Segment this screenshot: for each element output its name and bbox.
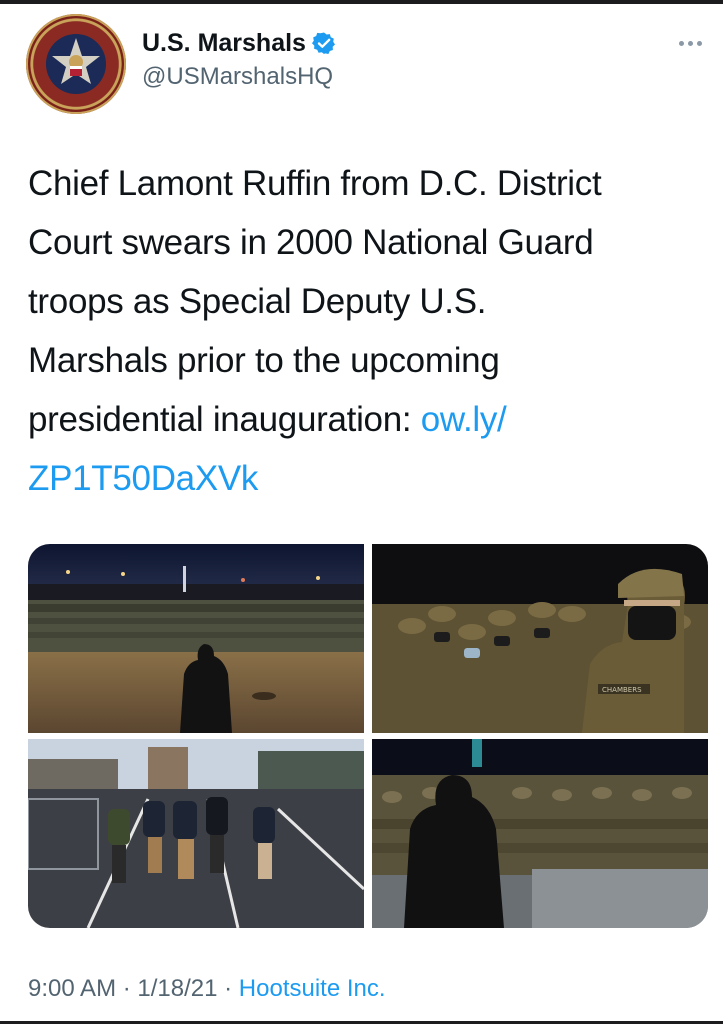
- more-options-icon[interactable]: [676, 36, 704, 50]
- tweet-header: U.S. Marshals @USMarshalsHQ: [26, 14, 706, 114]
- display-name[interactable]: U.S. Marshals: [142, 28, 336, 58]
- tweet-line: troops as Special Deputy U.S.: [28, 282, 487, 321]
- tweet-line: Chief Lamont Ruffin from D.C. District: [28, 164, 602, 203]
- marshals-walking-street-photo[interactable]: [28, 739, 364, 928]
- name-tape-label: CHAMBERS: [602, 686, 642, 694]
- tweet-link[interactable]: ow.ly/: [421, 400, 507, 439]
- tweet-meta: 9:00 AM · 1/18/21 · Hootsuite Inc.: [28, 974, 386, 1004]
- meta-separator: ·: [217, 975, 239, 1002]
- troops-saluting-photo[interactable]: [372, 739, 708, 928]
- tweet-line: Court swears in 2000 National Guard: [28, 223, 594, 262]
- tweet-line: presidential inauguration:: [28, 400, 421, 439]
- tweet-line: Marshals prior to the upcoming: [28, 341, 500, 380]
- tweet-date[interactable]: 1/18/21: [137, 975, 217, 1002]
- account-handle[interactable]: @USMarshalsHQ: [142, 62, 336, 92]
- us-marshals-seal-icon: [46, 34, 106, 94]
- tweet-text: Chief Lamont Ruffin from D.C. District C…: [28, 154, 708, 508]
- media-grid: CHAMBERS: [28, 544, 708, 928]
- masked-soldiers-closeup-photo[interactable]: CHAMBERS: [372, 544, 708, 733]
- tweet-source-link[interactable]: Hootsuite Inc.: [239, 975, 386, 1002]
- account-info: U.S. Marshals @USMarshalsHQ: [142, 28, 336, 92]
- tweet-line-with-link: presidential inauguration: ow.ly/: [28, 390, 708, 449]
- verified-badge-icon: [311, 32, 335, 54]
- tweet-link-continued[interactable]: ZP1T50DaXVk: [28, 449, 708, 508]
- status-bar-edge: [0, 0, 723, 4]
- account-avatar[interactable]: [26, 14, 126, 114]
- display-name-text[interactable]: U.S. Marshals: [142, 28, 306, 58]
- night-plaza-troops-photo[interactable]: [28, 544, 364, 733]
- tweet-time[interactable]: 9:00 AM: [28, 975, 116, 1002]
- meta-separator: ·: [116, 975, 138, 1002]
